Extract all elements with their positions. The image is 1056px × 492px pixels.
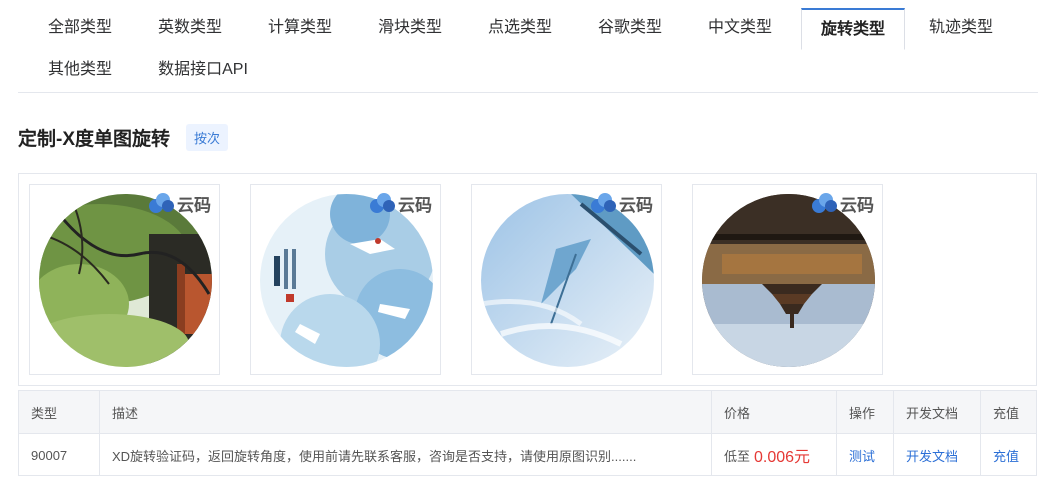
watermark-text: 云码 [840,195,874,215]
sample-image-sky-sail [481,194,654,367]
tab-data-api[interactable]: 数据接口API [157,50,249,91]
cell-docs: 开发文档 [893,434,980,476]
cloud-logo-icon [149,193,175,213]
tab-chinese[interactable]: 中文类型 [707,8,773,49]
type-tab-bar: 全部类型 英数类型 计算类型 滑块类型 点选类型 谷歌类型 中文类型 旋转类型 … [18,8,1038,93]
watermark: 云码 [370,192,432,215]
watermark-text: 云码 [177,195,211,215]
tab-slider[interactable]: 滑块类型 [377,8,443,49]
tab-calculation[interactable]: 计算类型 [267,8,333,49]
recharge-link[interactable]: 充值 [993,446,1019,465]
header-type: 类型 [31,405,58,421]
cell-desc: XD旋转验证码，返回旋转角度，使用前请先联系客服，咨询是否支持，请使用原图识别.… [99,434,711,476]
watermark: 云码 [591,192,653,215]
price-prefix: 低至 [724,448,751,464]
section-header: 定制-X度单图旋转 按次 [18,122,229,152]
sample-image-cranes [260,194,433,367]
docs-link[interactable]: 开发文档 [906,446,958,465]
cloud-logo-icon [591,193,617,213]
watermark-text: 云码 [398,195,432,215]
sample-card[interactable]: 云码 [29,184,220,375]
watermark-text: 云码 [619,195,653,215]
sample-card[interactable]: 云码 [692,184,883,375]
header-desc: 描述 [99,391,711,433]
cloud-logo-icon [370,193,396,213]
section-title: 定制-X度单图旋转 [18,128,171,150]
header-docs: 开发文档 [893,391,980,433]
sample-card[interactable]: 云码 [471,184,662,375]
tab-alphanumeric[interactable]: 英数类型 [157,8,223,49]
table-row: 90007 XD旋转验证码，返回旋转角度，使用前请先联系客服，咨询是否支持，请使… [19,434,1036,476]
header-price: 价格 [711,391,836,433]
cell-action: 测试 [836,434,893,476]
tab-trajectory[interactable]: 轨迹类型 [928,8,994,49]
tab-all[interactable]: 全部类型 [47,8,113,49]
pricing-table: 类型 描述 价格 操作 开发文档 充值 90007 XD旋转验证码，返回旋转角度… [18,390,1037,476]
table-header-row: 类型 描述 价格 操作 开发文档 充值 [19,391,1036,434]
sample-gallery: 云码 云码 云码 云码 [18,173,1037,386]
tab-google[interactable]: 谷歌类型 [597,8,663,49]
cloud-logo-icon [812,193,838,213]
sample-image-tree-building [39,194,212,367]
cell-recharge: 充值 [980,434,1038,476]
sample-card[interactable]: 云码 [250,184,441,375]
cell-price: 低至 0.006元 [711,434,836,476]
cell-type: 90007 [31,447,68,463]
tab-rotation[interactable]: 旋转类型 [801,8,905,50]
header-action: 操作 [836,391,893,433]
tab-click-select[interactable]: 点选类型 [487,8,553,49]
header-recharge: 充值 [980,391,1038,433]
price-value: 0.006元 [754,449,811,466]
tab-other[interactable]: 其他类型 [47,50,113,91]
billing-badge: 按次 [186,123,229,151]
watermark: 云码 [149,192,211,215]
test-link[interactable]: 测试 [849,446,875,465]
watermark: 云码 [812,192,874,215]
sample-image-pagoda [702,194,875,367]
